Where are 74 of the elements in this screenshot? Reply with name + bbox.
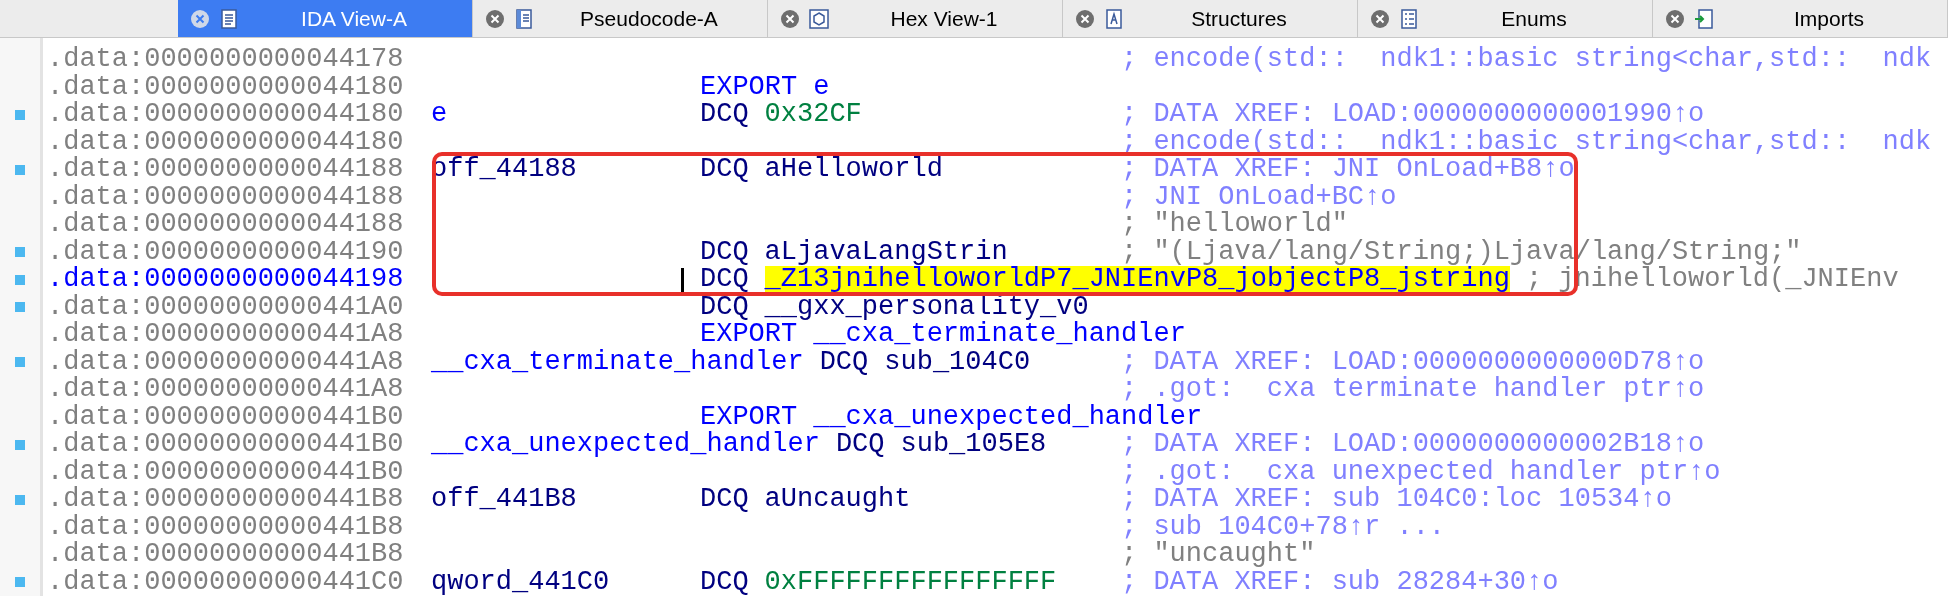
comment: ; "uncaught" — [1120, 541, 1316, 569]
comment: ; DATA XREF: LOAD:0000000000001990↑o — [1120, 101, 1705, 129]
comment: ; DATA XREF: sub 104C0:loc 10534↑o — [1120, 486, 1672, 514]
comment: ; .got: cxa terminate handler ptr↑o — [1120, 376, 1705, 404]
operand: __cxa_unexpected_handler — [813, 403, 1203, 431]
arrow-document-icon — [1693, 7, 1715, 30]
address: .data:0000000000044190 — [47, 238, 405, 266]
address: .data:0000000000044180 — [47, 73, 405, 101]
label: __cxa_terminate_handler — [431, 348, 804, 376]
address: .data:00000000000441A8 — [47, 376, 405, 404]
close-icon[interactable] — [1665, 8, 1685, 29]
address: .data:00000000000441B0 — [47, 458, 405, 486]
operand: aUncaught — [764, 486, 911, 514]
comment: ; DATA XREF: LOAD:0000000000000D78↑o — [1120, 348, 1705, 376]
address: .data:0000000000044188 — [47, 156, 405, 184]
address: .data:0000000000044178 — [47, 46, 405, 74]
comment: ; sub 104C0+78↑r ... — [1120, 513, 1446, 541]
address: .data:00000000000441B8 — [47, 513, 405, 541]
label: qword_441C0 — [431, 568, 610, 596]
operand: 0xFFFFFFFFFFFFFFFF — [764, 568, 1057, 596]
comment: ; DATA XREF: sub 28284+30↑o — [1120, 568, 1559, 596]
address: .data:0000000000044188 — [47, 211, 405, 239]
comment: ; JNI OnLoad+BC↑o — [1120, 183, 1397, 211]
address: .data:0000000000044188 — [47, 183, 405, 211]
mnemonic: EXPORT — [700, 73, 798, 101]
mnemonic: DCQ — [700, 156, 749, 184]
mnemonic: DCQ — [835, 431, 885, 459]
mnemonic: DCQ — [700, 101, 749, 129]
operand: sub_104C0 — [884, 348, 1031, 376]
label: off_441B8 — [431, 486, 577, 514]
address: .data:0000000000044180 — [47, 128, 405, 156]
mnemonic: DCQ — [819, 348, 869, 376]
comment: ; "helloworld" — [1120, 211, 1348, 239]
address: .data:0000000000044180 — [47, 101, 405, 129]
address: .data:00000000000441B0 — [47, 431, 405, 459]
label: __cxa_unexpected_handler — [431, 431, 820, 459]
comment: ; encode(std:: ndk1::basic string<char,std:: ndk — [1120, 46, 1932, 74]
close-icon[interactable] — [1075, 8, 1095, 29]
address: .data:00000000000441A8 — [47, 321, 405, 349]
mnemonic: DCQ — [700, 238, 749, 266]
document-list-icon — [218, 7, 240, 30]
operand: __cxa_terminate_handler — [813, 321, 1186, 349]
operand: sub_105E8 — [900, 431, 1047, 459]
comment: ; .got: cxa unexpected handler ptr↑o — [1120, 458, 1721, 486]
mnemonic: EXPORT — [700, 403, 798, 431]
address: .data:00000000000441B8 — [47, 541, 405, 569]
label: off_44188 — [431, 156, 577, 184]
operand: e — [813, 73, 830, 101]
operand: __gxx_personality_v0 — [764, 293, 1089, 321]
mnemonic: EXPORT — [700, 321, 798, 349]
address: .data:00000000000441B8 — [47, 486, 405, 514]
mnemonic: DCQ — [700, 266, 749, 294]
address: .data:00000000000441A0 — [47, 293, 405, 321]
mnemonic: DCQ — [700, 486, 749, 514]
operand: aHelloworld — [764, 156, 943, 184]
tab[interactable]: IDA View-A — [178, 0, 473, 37]
address: .data:00000000000441B0 — [47, 403, 405, 431]
operand: 0x32CF — [764, 101, 862, 129]
mnemonic: DCQ — [700, 568, 749, 596]
comment: ; DATA XREF: LOAD:0000000000002B18↑o — [1121, 431, 1705, 459]
operand: aLjavaLangStrin — [764, 238, 1008, 266]
address: .data:00000000000441C0 — [47, 568, 405, 596]
close-icon[interactable] — [190, 8, 210, 29]
mnemonic: DCQ — [700, 293, 749, 321]
address: .data:0000000000044198 — [47, 266, 405, 294]
close-icon[interactable] — [1370, 8, 1390, 29]
close-icon[interactable] — [780, 8, 800, 29]
comment: ; DATA XREF: JNI OnLoad+B8↑o — [1120, 156, 1575, 184]
label: e — [431, 101, 448, 129]
letter-frame-icon — [1103, 7, 1125, 30]
address: .data:00000000000441A8 — [47, 348, 405, 376]
document-icon — [513, 7, 535, 30]
list-icon — [1398, 7, 1420, 30]
close-icon[interactable] — [485, 8, 505, 29]
